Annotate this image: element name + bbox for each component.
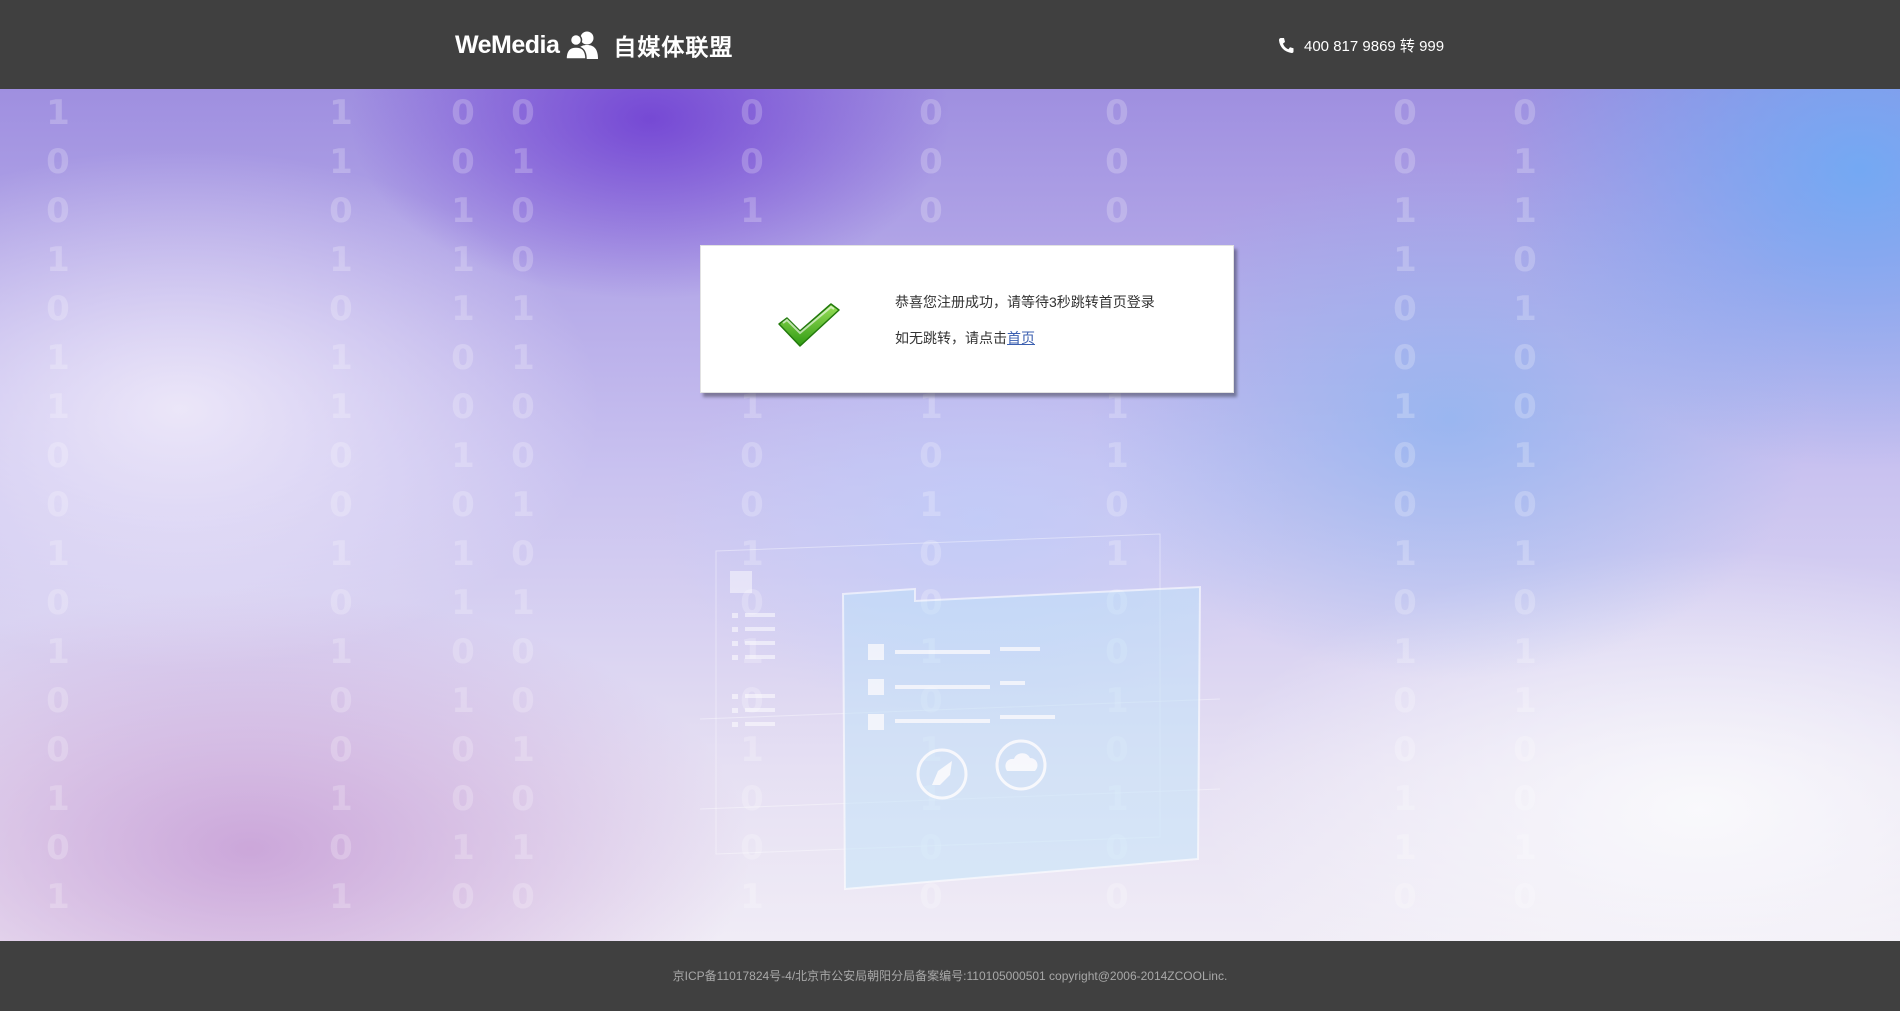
phone-icon xyxy=(1278,37,1294,53)
phone-number: 400 817 9869 转 999 xyxy=(1304,37,1445,55)
binary-column: 1 1 0 1 0 1 1 0 0 1 0 1 0 0 1 0 1 xyxy=(329,93,353,917)
redirect-hint: 如无跳转，请点击首页 xyxy=(895,328,1035,348)
footer-copyright: 京ICP备11017824号-4/北京市公安局朝阳分局备案编号:11010500… xyxy=(672,969,1228,983)
binary-column: 0 1 1 0 1 0 0 1 0 1 0 1 1 0 0 1 0 xyxy=(1513,93,1537,917)
footer: 京ICP备11017824号-4/北京市公安局朝阳分局备案编号:11010500… xyxy=(0,941,1900,1011)
home-link[interactable]: 首页 xyxy=(1007,330,1035,346)
hero-background: 1 0 0 1 0 1 1 0 0 1 0 1 0 0 1 0 1 1 1 0 … xyxy=(0,89,1900,941)
logo-text-en: WeMedia xyxy=(455,30,560,59)
top-bar: WeMedia 自媒体联盟 400 817 9869 转 999 xyxy=(0,0,1900,89)
checkmark-icon xyxy=(778,303,840,347)
registration-success-dialog: 恭喜您注册成功，请等待3秒跳转首页登录 如无跳转，请点击首页 xyxy=(700,245,1234,393)
success-message: 恭喜您注册成功，请等待3秒跳转首页登录 xyxy=(895,294,1155,310)
contact-phone: 400 817 9869 转 999 xyxy=(1278,33,1444,57)
binary-column: 1 0 0 1 0 1 1 0 0 1 0 1 0 0 1 0 1 xyxy=(46,93,70,917)
binary-column: 0 0 1 1 1 0 0 1 0 1 1 0 1 0 0 1 0 xyxy=(451,93,475,917)
logo-text-cn: 自媒体联盟 xyxy=(613,34,734,60)
users-icon xyxy=(565,31,599,60)
site-logo[interactable]: WeMedia 自媒体联盟 xyxy=(455,26,733,64)
binary-column: 0 0 1 1 0 0 1 0 0 1 0 1 0 0 1 1 0 xyxy=(1393,93,1417,917)
hologram-illustration xyxy=(700,533,1220,891)
binary-column: 0 1 0 0 1 1 0 0 1 0 1 0 0 1 0 1 0 xyxy=(511,93,535,917)
redirect-hint-text: 如无跳转，请点击 xyxy=(895,330,1007,346)
